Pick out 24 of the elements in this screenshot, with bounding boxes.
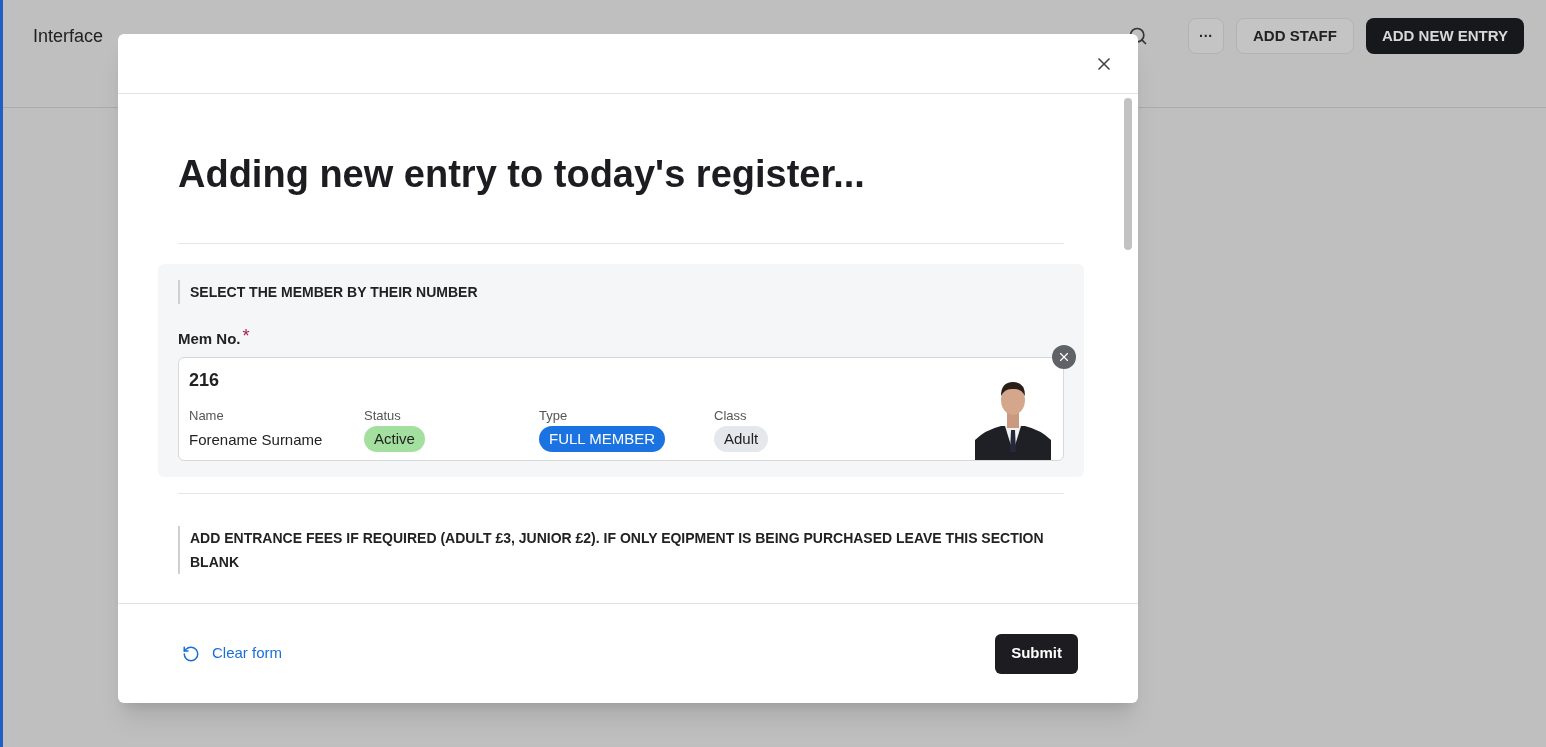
status-tag: Active [364, 425, 425, 452]
required-mark: * [242, 328, 250, 344]
section-heading: SELECT THE MEMBER BY THEIR NUMBER [178, 280, 1064, 304]
clear-form-link[interactable]: Clear form [182, 642, 282, 665]
member-card[interactable]: 216 Name Forename Surname Status Active Type FULL MEMBER Class Adult [178, 356, 1064, 461]
undo-icon [182, 644, 200, 663]
add-entry-button[interactable]: ADD NEW ENTRY [1365, 18, 1524, 54]
dialog-title: Adding new entry to today's register... [177, 152, 866, 197]
field-label: Mem No. [178, 329, 241, 349]
add-staff-button[interactable]: ADD STAFF [1236, 18, 1354, 54]
more-button[interactable]: ··· [1188, 18, 1224, 54]
scrollbar[interactable] [1124, 98, 1132, 250]
detail-label: Name [189, 406, 224, 425]
detail-label: Class [714, 406, 747, 425]
detail-label: Status [364, 406, 401, 425]
clear-button[interactable] [1052, 344, 1076, 369]
submit-button[interactable]: Submit [995, 633, 1078, 674]
member-number: 216 [189, 368, 221, 392]
detail-value: Forename Surname [189, 429, 323, 450]
section-heading: ADD ENTRANCE FEES IF REQUIRED (ADULT £3, JUNIOR £2). IF ONLY EQIPMENT IS BEING PURCHASED LEAVE THIS SECTION BLANK [178, 525, 1064, 574]
breadcrumb-item[interactable]: Interface [33, 22, 104, 50]
status-tag: FULL MEMBER [539, 425, 666, 452]
detail-label: Type [539, 406, 568, 425]
status-tag: Adult [714, 425, 769, 452]
